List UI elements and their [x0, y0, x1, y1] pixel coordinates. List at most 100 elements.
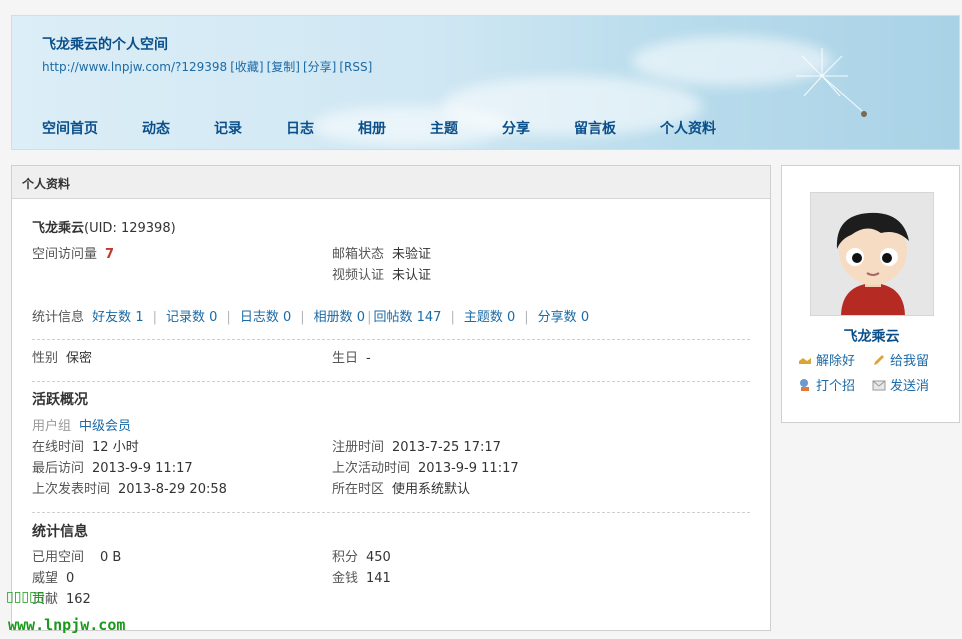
avatar[interactable]	[810, 192, 934, 316]
activity-heading: 活跃概况	[32, 392, 88, 408]
envelope-icon	[872, 378, 886, 392]
gender-row: 性别 保密	[32, 350, 92, 368]
last-active-value: 2013-9-9 11:17	[418, 461, 519, 476]
dandelion-icon	[796, 48, 867, 117]
stat-shares[interactable]: 分享数 0	[538, 310, 589, 325]
stat-divider: |	[226, 310, 231, 325]
watermark-url: www.lnpjw.com	[8, 616, 126, 634]
stat-replies[interactable]: 回帖数 147	[373, 310, 441, 325]
video-value: 未认证	[392, 268, 432, 283]
pencil-icon	[872, 353, 886, 367]
stat-divider: |	[300, 310, 305, 325]
space-header: 飞龙乘云的个人空间 http://www.lnpjw.com/?129398 [收…	[11, 15, 960, 150]
card-username[interactable]: 飞龙乘云	[782, 326, 961, 346]
nav-blog[interactable]: 日志	[286, 118, 314, 138]
divider	[32, 381, 750, 382]
nav-album[interactable]: 相册	[358, 118, 386, 138]
space-title[interactable]: 飞龙乘云的个人空间	[42, 34, 168, 54]
gender-value: 保密	[66, 351, 93, 366]
last-active-row: 上次活动时间 2013-9-9 11:17	[332, 460, 519, 478]
user-card: 飞龙乘云 解除好 给我留 打个招 发送消	[781, 165, 960, 423]
last-post-value: 2013-8-29 20:58	[118, 482, 227, 497]
nav-thread[interactable]: 主题	[430, 118, 458, 138]
share-link[interactable]: [分享]	[303, 60, 336, 74]
nav-doing[interactable]: 记录	[214, 118, 242, 138]
gender-label: 性别	[32, 351, 59, 366]
timezone-label: 所在时区	[332, 482, 385, 497]
email-value: 未验证	[392, 247, 432, 262]
visits-row: 空间访问量 7	[32, 246, 114, 264]
visits-label: 空间访问量	[32, 247, 98, 262]
credits-value: 450	[366, 550, 391, 565]
register-label: 注册时间	[332, 440, 385, 455]
prestige-value: 0	[66, 571, 75, 586]
profile-name-row: 飞龙乘云(UID: 129398)	[32, 220, 176, 238]
handshake-icon	[798, 353, 812, 367]
stat-friends[interactable]: 好友数 1	[92, 310, 143, 325]
divider	[32, 512, 750, 513]
online-label: 在线时间	[32, 440, 85, 455]
last-visit-label: 最后访问	[32, 461, 85, 476]
prestige-row: 威望 0	[32, 570, 74, 588]
email-row: 邮箱状态 未验证	[332, 246, 431, 264]
send-message-button[interactable]: 发送消	[872, 375, 929, 394]
nav-share[interactable]: 分享	[502, 118, 530, 138]
last-active-label: 上次活动时间	[332, 461, 411, 476]
nav-profile[interactable]: 个人资料	[660, 118, 716, 138]
contrib-value: 162	[66, 592, 91, 607]
watermark-logo: ▯▯▯▯▯	[6, 589, 45, 605]
copy-link[interactable]: [复制]	[267, 60, 300, 74]
poke-button[interactable]: 打个招	[798, 375, 855, 394]
email-label: 邮箱状态	[332, 247, 385, 262]
unfriend-button[interactable]: 解除好	[798, 350, 855, 369]
profile-panel: 个人资料 飞龙乘云(UID: 129398) 空间访问量 7 邮箱状态 未验证 视频…	[11, 165, 771, 631]
nav-home[interactable]: 空间首页	[42, 118, 98, 138]
stat-albums[interactable]: 相册数 0	[314, 310, 365, 325]
stats-label: 统计信息	[32, 310, 85, 325]
stat-doings[interactable]: 记录数 0	[166, 310, 217, 325]
rss-link[interactable]: [RSS]	[339, 60, 372, 74]
stat-threads[interactable]: 主题数 0	[464, 310, 515, 325]
nav-wall[interactable]: 留言板	[574, 118, 616, 138]
leave-message-button[interactable]: 给我留	[872, 350, 929, 369]
stat-blogs[interactable]: 日志数 0	[240, 310, 291, 325]
space-url-link[interactable]: http://www.lnpjw.com/?129398	[42, 60, 227, 74]
register-value: 2013-7-25 17:17	[392, 440, 501, 455]
stat-divider: |	[524, 310, 529, 325]
stats-row: 统计信息 好友数 1 | 记录数 0 | 日志数 0 | 相册数 0 | 回帖数 147 | 主题数…	[32, 309, 589, 327]
timezone-row: 所在时区 使用系统默认	[332, 481, 470, 499]
birthday-value: -	[366, 351, 371, 366]
panel-title: 个人资料	[12, 166, 770, 199]
last-visit-value: 2013-9-9 11:17	[92, 461, 193, 476]
stat-divider: |	[152, 310, 157, 325]
birthday-label: 生日	[332, 351, 359, 366]
video-row: 视频认证 未认证	[332, 267, 431, 285]
favorite-link[interactable]: [收藏]	[230, 60, 263, 74]
nav-feed[interactable]: 动态	[142, 118, 170, 138]
stat-divider: |	[450, 310, 455, 325]
online-row: 在线时间 12 小时	[32, 439, 139, 457]
last-post-label: 上次发表时间	[32, 482, 111, 497]
visits-value: 7	[105, 247, 115, 262]
poke-icon	[798, 378, 812, 392]
profile-name: 飞龙乘云	[32, 221, 85, 236]
timezone-value: 使用系统默认	[392, 482, 471, 497]
space-label: 已用空间	[32, 550, 85, 565]
money-value: 141	[366, 571, 391, 586]
space-nav: 空间首页 动态 记录 日志 相册 主题 分享 留言板 个人资料	[42, 118, 760, 138]
stat-divider: |	[367, 310, 372, 325]
prestige-label: 威望	[32, 571, 59, 586]
group-value[interactable]: 中级会员	[79, 419, 131, 434]
last-visit-row: 最后访问 2013-9-9 11:17	[32, 460, 193, 478]
space-value: 0 B	[100, 550, 122, 565]
credits-row: 积分 450	[332, 549, 391, 567]
space-row: 已用空间 0 B	[32, 549, 121, 567]
stats-heading: 统计信息	[32, 524, 88, 540]
divider	[32, 339, 750, 340]
money-row: 金钱 141	[332, 570, 391, 588]
video-label: 视频认证	[332, 268, 385, 283]
birthday-row: 生日 -	[332, 350, 371, 368]
last-post-row: 上次发表时间 2013-8-29 20:58	[32, 481, 227, 499]
money-label: 金钱	[332, 571, 359, 586]
group-row: 用户组 中级会员	[32, 418, 131, 436]
